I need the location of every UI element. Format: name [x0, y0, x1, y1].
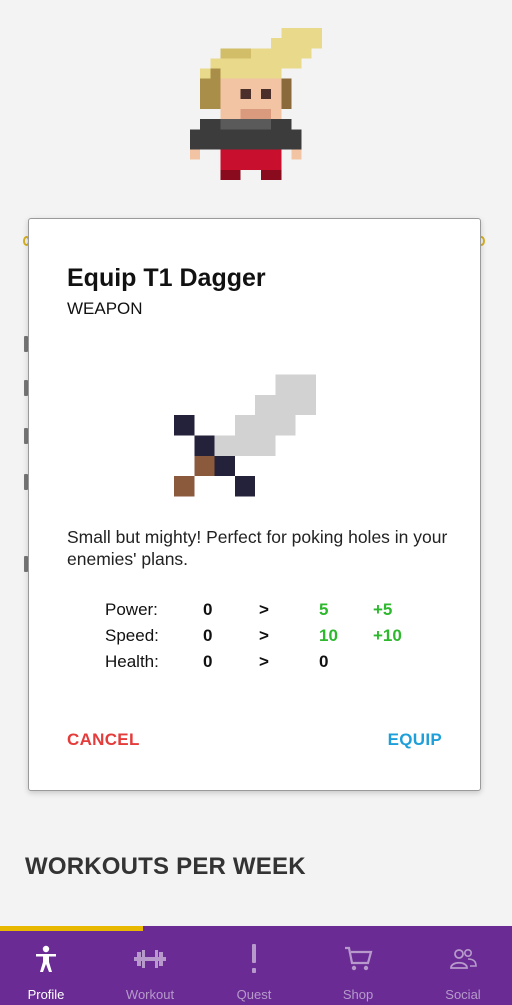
stat-label: Speed:	[105, 626, 159, 645]
stat-new-value: 10	[319, 626, 338, 645]
nav-social[interactable]: Social	[412, 926, 512, 1005]
cancel-button[interactable]: CANCEL	[67, 730, 140, 750]
stat-arrow-icon: >	[259, 652, 269, 671]
nav-label: Workout	[125, 987, 175, 1002]
stat-new-value: 5	[319, 600, 329, 619]
stat-arrow-icon: >	[259, 626, 269, 645]
nav-quest[interactable]: Quest	[203, 926, 305, 1005]
nav-profile[interactable]: Profile	[0, 926, 97, 1005]
nav-label: Social	[445, 987, 481, 1002]
people-icon	[449, 944, 477, 974]
nav-label: Profile	[27, 987, 65, 1002]
dialog-title: Equip T1 Dagger	[67, 264, 266, 292]
nav-label: Quest	[236, 987, 272, 1002]
stat-row-speed: Speed: 0 > 10 +10	[105, 626, 435, 652]
item-description: Small but mighty! Perfect for poking hol…	[67, 527, 448, 569]
item-type-label: WEAPON	[67, 299, 143, 318]
stat-diff-value: +10	[373, 626, 402, 645]
dumbbell-icon	[134, 944, 166, 974]
equip-dialog: Equip T1 Dagger WEAPON Small but mighty!…	[28, 218, 481, 791]
stat-arrow-icon: >	[259, 600, 269, 619]
nav-label: Shop	[342, 987, 374, 1002]
nav-workout[interactable]: Workout	[99, 926, 201, 1005]
stat-current-value: 0	[203, 600, 213, 619]
stat-current-value: 0	[203, 626, 213, 645]
nav-shop[interactable]: Shop	[307, 926, 409, 1005]
stat-label: Health:	[105, 652, 159, 671]
stat-comparison-table: Power: 0 > 5 +5 Speed: 0 > 10 +10 Health…	[105, 600, 435, 678]
stat-new-value: 0	[319, 652, 329, 671]
equip-button[interactable]: EQUIP	[388, 730, 442, 750]
dagger-icon	[174, 374, 316, 497]
stat-label: Power:	[105, 600, 158, 619]
stat-row-health: Health: 0 > 0	[105, 652, 435, 678]
stat-current-value: 0	[203, 652, 213, 671]
stat-diff-value: +5	[373, 600, 393, 619]
character-avatar	[190, 28, 332, 180]
exclamation-icon	[249, 944, 259, 974]
workouts-per-week-heading: WORKOUTS PER WEEK	[25, 853, 306, 880]
stat-row-power: Power: 0 > 5 +5	[105, 600, 435, 626]
cart-icon	[343, 944, 373, 974]
bottom-navigation: Profile Workout Quest Shop Social	[0, 926, 512, 1005]
person-icon	[34, 944, 58, 974]
